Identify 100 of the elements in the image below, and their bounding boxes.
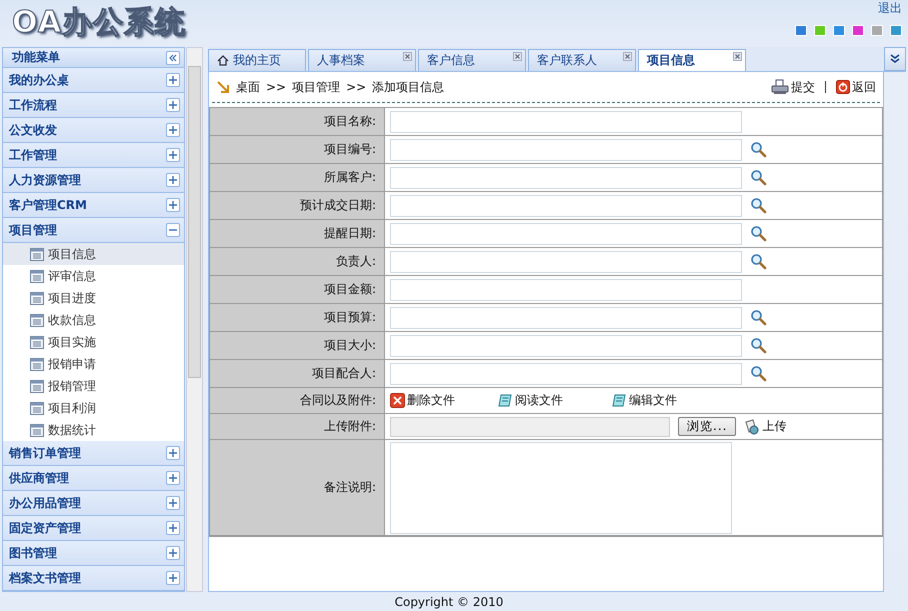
menu-group[interactable]: 工作流程 [3, 93, 184, 118]
menu-group[interactable]: 工作管理 [3, 143, 184, 168]
search-icon [750, 141, 767, 158]
text-input[interactable] [390, 250, 742, 272]
plus-icon[interactable] [166, 446, 180, 460]
field-label: 项目预算: [324, 309, 376, 326]
collapse-button[interactable] [166, 50, 180, 64]
power-icon [836, 80, 850, 94]
theme-swatch[interactable] [795, 25, 807, 36]
menu-group[interactable]: 公文收发 [3, 118, 184, 143]
text-input[interactable] [390, 334, 742, 356]
file-path-field[interactable] [390, 416, 670, 436]
browse-button[interactable]: 浏览... [678, 417, 736, 436]
plus-icon[interactable] [166, 198, 180, 212]
field-label: 预计成交日期: [300, 197, 376, 214]
menu-item[interactable]: 项目信息 [3, 243, 184, 265]
book-icon [612, 393, 627, 408]
field-label: 合同以及附件: [300, 392, 376, 409]
text-input[interactable] [390, 110, 742, 132]
theme-swatch[interactable] [814, 25, 826, 36]
menu-group[interactable]: 我的办公桌 [3, 68, 184, 93]
delete-icon [390, 393, 405, 408]
scrollbar[interactable] [186, 47, 203, 592]
field-label: 所属客户: [324, 169, 376, 186]
menu-group[interactable]: 客户管理CRM [3, 193, 184, 218]
tab[interactable]: 人事档案 [308, 49, 416, 71]
text-input[interactable] [390, 138, 742, 160]
arrow-icon [216, 80, 230, 94]
breadcrumb-item: 项目管理 [292, 78, 340, 96]
list-icon [30, 380, 44, 392]
plus-icon[interactable] [166, 471, 180, 485]
theme-swatch[interactable] [833, 25, 845, 36]
lookup-button[interactable] [750, 337, 767, 354]
list-icon [30, 248, 44, 260]
field-label: 上传附件: [324, 418, 376, 435]
text-input[interactable] [390, 278, 742, 300]
menu-group[interactable]: 办公用品管理 [3, 491, 184, 516]
plus-icon[interactable] [166, 546, 180, 560]
lookup-button[interactable] [750, 309, 767, 326]
menu-group[interactable]: 图书管理 [3, 541, 184, 566]
search-icon [750, 309, 767, 326]
field-label: 项目金额: [324, 281, 376, 298]
theme-swatch[interactable] [890, 25, 902, 36]
book-icon [498, 393, 513, 408]
search-icon [750, 365, 767, 382]
close-icon[interactable] [513, 52, 522, 61]
lookup-button[interactable] [750, 253, 767, 270]
tab[interactable]: 我的主页 [208, 49, 306, 71]
menu-group[interactable]: 人力资源管理 [3, 168, 184, 193]
plus-icon[interactable] [166, 148, 180, 162]
minus-icon[interactable] [166, 223, 180, 237]
list-icon [30, 358, 44, 370]
list-icon [30, 270, 44, 282]
plus-icon[interactable] [166, 521, 180, 535]
tab-scroll-button[interactable] [884, 47, 906, 71]
lookup-button[interactable] [750, 141, 767, 158]
upload-icon [744, 418, 760, 434]
tab[interactable]: 项目信息 [638, 49, 746, 71]
text-input[interactable] [390, 362, 742, 384]
text-input[interactable] [390, 222, 742, 244]
back-link[interactable]: 返回 [836, 78, 876, 96]
logout-link[interactable]: 退出 [878, 0, 902, 17]
list-icon [30, 424, 44, 436]
theme-swatch[interactable] [852, 25, 864, 36]
plus-icon[interactable] [166, 496, 180, 510]
search-icon [750, 169, 767, 186]
list-icon [30, 314, 44, 326]
text-input[interactable] [390, 306, 742, 328]
theme-swatch[interactable] [871, 25, 883, 36]
menu-group[interactable]: 供应商管理 [3, 466, 184, 491]
lookup-button[interactable] [750, 225, 767, 242]
plus-icon[interactable] [166, 123, 180, 137]
menu-group[interactable]: 销售订单管理 [3, 441, 184, 466]
field-label: 项目配合人: [312, 365, 376, 382]
close-icon[interactable] [733, 52, 742, 61]
menu-group[interactable]: 项目管理 [3, 218, 184, 243]
lookup-button[interactable] [750, 365, 767, 382]
file-action-link[interactable]: 编辑文件 [612, 392, 718, 409]
file-action-link[interactable]: 阅读文件 [498, 392, 604, 409]
menu-group[interactable]: 固定资产管理 [3, 516, 184, 541]
close-icon[interactable] [403, 52, 412, 61]
plus-icon[interactable] [166, 571, 180, 585]
file-action-link[interactable]: 删除文件 [390, 392, 490, 409]
upload-link[interactable]: 上传 [744, 418, 786, 435]
menu-group[interactable]: 档案文书管理 [3, 566, 184, 591]
plus-icon[interactable] [166, 98, 180, 112]
plus-icon[interactable] [166, 73, 180, 87]
tab[interactable]: 客户信息 [418, 49, 526, 71]
menu-title: 功能菜单 [12, 49, 60, 66]
text-input[interactable] [390, 194, 742, 216]
field-label: 负责人: [336, 253, 376, 270]
lookup-button[interactable] [750, 197, 767, 214]
text-input[interactable] [390, 166, 742, 188]
close-icon[interactable] [623, 52, 632, 61]
tab[interactable]: 客户联系人 [528, 49, 636, 71]
plus-icon[interactable] [166, 173, 180, 187]
submit-link[interactable]: 提交 [771, 78, 815, 96]
breadcrumb-item: 桌面 [236, 78, 260, 96]
search-icon [750, 225, 767, 242]
lookup-button[interactable] [750, 169, 767, 186]
